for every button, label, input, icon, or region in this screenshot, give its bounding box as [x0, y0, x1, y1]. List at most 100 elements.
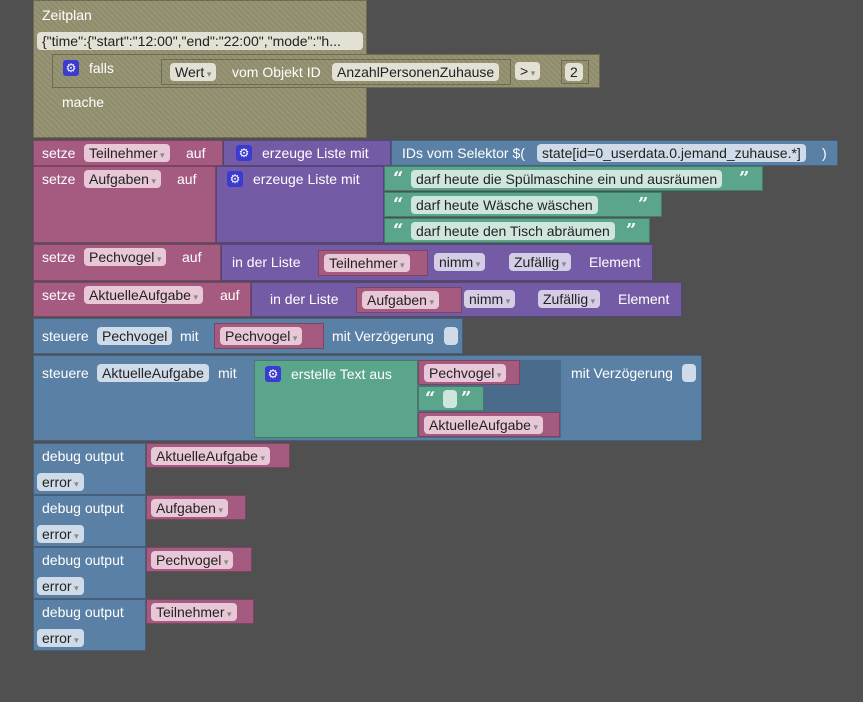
text-field[interactable]: darf heute Wäsche wäschen — [411, 196, 598, 214]
text-block[interactable]: “ darf heute den Tisch abräumen ” — [384, 218, 650, 243]
object-id-field[interactable]: AnzahlPersonenZuhause — [332, 63, 500, 81]
variable-block[interactable]: Aufgaben — [146, 495, 246, 520]
quote-open-icon: “ — [393, 220, 404, 241]
delay-label: mit Verzögerung — [332, 328, 434, 344]
quote-close-icon: ” — [739, 168, 750, 189]
to-label: auf — [220, 287, 240, 303]
list-get-block[interactable]: in der Liste Aufgaben nimm Zufällig Elem… — [251, 282, 682, 317]
variable-block[interactable]: Pechvogel — [214, 323, 324, 349]
set-teilnehmer-block[interactable]: setze Teilnehmer auf — [33, 140, 223, 166]
delay-checkbox[interactable] — [682, 364, 696, 382]
selector-label: IDs vom Selektor $( — [402, 145, 525, 161]
set-pechvogel-block[interactable]: setze Pechvogel auf — [33, 244, 221, 281]
variable-block[interactable]: Aufgaben — [356, 287, 462, 313]
variable-dropdown[interactable]: AktuelleAufgabe — [424, 416, 543, 434]
text-field[interactable]: darf heute den Tisch abräumen — [411, 222, 615, 240]
variable-block[interactable]: Teilnehmer — [146, 599, 254, 624]
to-label: auf — [186, 145, 206, 161]
create-list-block[interactable]: ⚙ erzeuge Liste mit — [223, 140, 391, 166]
level-dropdown[interactable]: error — [37, 577, 84, 595]
quote-open-icon: “ — [393, 168, 404, 189]
gear-icon[interactable]: ⚙ — [236, 145, 252, 161]
level-dropdown[interactable]: error — [37, 629, 84, 647]
operator-dropdown[interactable]: > — [515, 62, 541, 80]
text-field[interactable] — [443, 390, 457, 408]
set-label: setze — [42, 171, 76, 187]
delay-checkbox[interactable] — [444, 327, 458, 345]
variable-dropdown[interactable]: Aufgaben — [362, 291, 439, 309]
debug-label: debug output — [42, 448, 124, 464]
variable-dropdown[interactable]: Pechvogel — [424, 364, 507, 382]
do-section: mache — [52, 88, 117, 126]
variable-block[interactable]: AktuelleAufgabe — [146, 443, 290, 468]
debug-block[interactable]: debug output error — [33, 495, 146, 547]
gear-icon[interactable]: ⚙ — [63, 60, 79, 76]
text-block[interactable]: “ darf heute die Spülmaschine ein und au… — [384, 166, 763, 191]
if-label: falls — [89, 60, 114, 76]
number-field[interactable]: 2 — [565, 63, 583, 81]
text-join-block[interactable]: ⚙ erstelle Text aus — [254, 360, 418, 438]
set-aufgaben-block[interactable]: setze Aufgaben auf — [33, 166, 216, 243]
variable-dropdown[interactable]: Pechvogel — [84, 248, 167, 266]
selector-block[interactable]: IDs vom Selektor $( state[id=0_userdata.… — [391, 140, 838, 166]
variable-block[interactable]: Pechvogel — [418, 360, 520, 385]
gear-icon[interactable]: ⚙ — [227, 171, 243, 187]
variable-dropdown[interactable]: Teilnehmer — [84, 144, 170, 162]
set-label: setze — [42, 145, 76, 161]
level-dropdown[interactable]: error — [37, 473, 84, 491]
control-label: steuere — [42, 365, 89, 381]
if-block[interactable]: ⚙ falls Wert vom Objekt ID AnzahlPersone… — [52, 54, 600, 88]
create-list-label: erzeuge Liste mit — [262, 145, 369, 161]
object-value-block[interactable]: Wert vom Objekt ID AnzahlPersonenZuhause — [161, 59, 511, 85]
variable-dropdown[interactable]: Pechvogel — [151, 551, 234, 569]
quote-open-icon: “ — [425, 388, 436, 409]
quote-close-icon: ” — [461, 388, 472, 409]
random-dropdown[interactable]: Zufällig — [538, 290, 601, 308]
in-list-label: in der Liste — [270, 291, 339, 307]
text-field[interactable]: darf heute die Spülmaschine ein und ausr… — [411, 170, 723, 188]
create-list-label: erzeuge Liste mit — [253, 171, 360, 187]
quote-close-icon: ” — [638, 194, 649, 215]
variable-dropdown[interactable]: AktuelleAufgabe — [84, 286, 203, 304]
in-list-label: in der Liste — [232, 254, 301, 270]
random-dropdown[interactable]: Zufällig — [509, 253, 572, 271]
state-field[interactable]: AktuelleAufgabe — [97, 364, 209, 382]
to-label: auf — [182, 249, 202, 265]
close-paren: ) — [822, 145, 827, 161]
debug-block[interactable]: debug output error — [33, 599, 146, 651]
create-text-label: erstelle Text aus — [291, 366, 392, 382]
variable-block[interactable]: AktuelleAufgabe — [418, 412, 560, 437]
gear-icon[interactable]: ⚙ — [265, 366, 281, 382]
debug-label: debug output — [42, 552, 124, 568]
variable-block[interactable]: Pechvogel — [146, 547, 252, 572]
schedule-field[interactable]: {"time":{"start":"12:00","end":"22:00","… — [37, 32, 363, 50]
variable-block[interactable]: Teilnehmer — [318, 250, 428, 276]
set-label: setze — [42, 249, 76, 265]
number-block[interactable]: 2 — [561, 60, 589, 84]
empty-text-block[interactable]: “ ” — [418, 386, 484, 411]
debug-block[interactable]: debug output error — [33, 547, 146, 599]
variable-dropdown[interactable]: Aufgaben — [151, 499, 228, 517]
list-get-block[interactable]: in der Liste Teilnehmer nimm Zufällig El… — [221, 244, 653, 281]
variable-dropdown[interactable]: Teilnehmer — [324, 254, 410, 272]
variable-dropdown[interactable]: AktuelleAufgabe — [151, 447, 270, 465]
create-list-block[interactable]: ⚙ erzeuge Liste mit — [216, 166, 384, 243]
level-dropdown[interactable]: error — [37, 525, 84, 543]
variable-dropdown[interactable]: Aufgaben — [84, 170, 161, 188]
variable-dropdown[interactable]: Pechvogel — [220, 327, 303, 345]
element-label: Element — [618, 291, 670, 307]
text-block[interactable]: “ darf heute Wäsche wäschen ” — [384, 192, 662, 217]
debug-block[interactable]: debug output error — [33, 443, 146, 495]
take-dropdown[interactable]: nimm — [464, 290, 516, 308]
take-dropdown[interactable]: nimm — [434, 253, 486, 271]
selector-field[interactable]: state[id=0_userdata.0.jemand_zuhause.*] — [537, 144, 806, 162]
value-dropdown[interactable]: Wert — [170, 63, 217, 81]
control-pechvogel-block[interactable]: steuere Pechvogel mit Pechvogel mit Verz… — [33, 318, 463, 354]
object-label: vom Objekt ID — [232, 64, 321, 80]
do-label: mache — [62, 94, 105, 110]
variable-dropdown[interactable]: Teilnehmer — [151, 603, 237, 621]
state-field[interactable]: Pechvogel — [97, 327, 173, 345]
to-label: auf — [177, 171, 197, 187]
set-aktuelleaufgabe-block[interactable]: setze AktuelleAufgabe auf — [33, 282, 251, 317]
debug-label: debug output — [42, 500, 124, 516]
